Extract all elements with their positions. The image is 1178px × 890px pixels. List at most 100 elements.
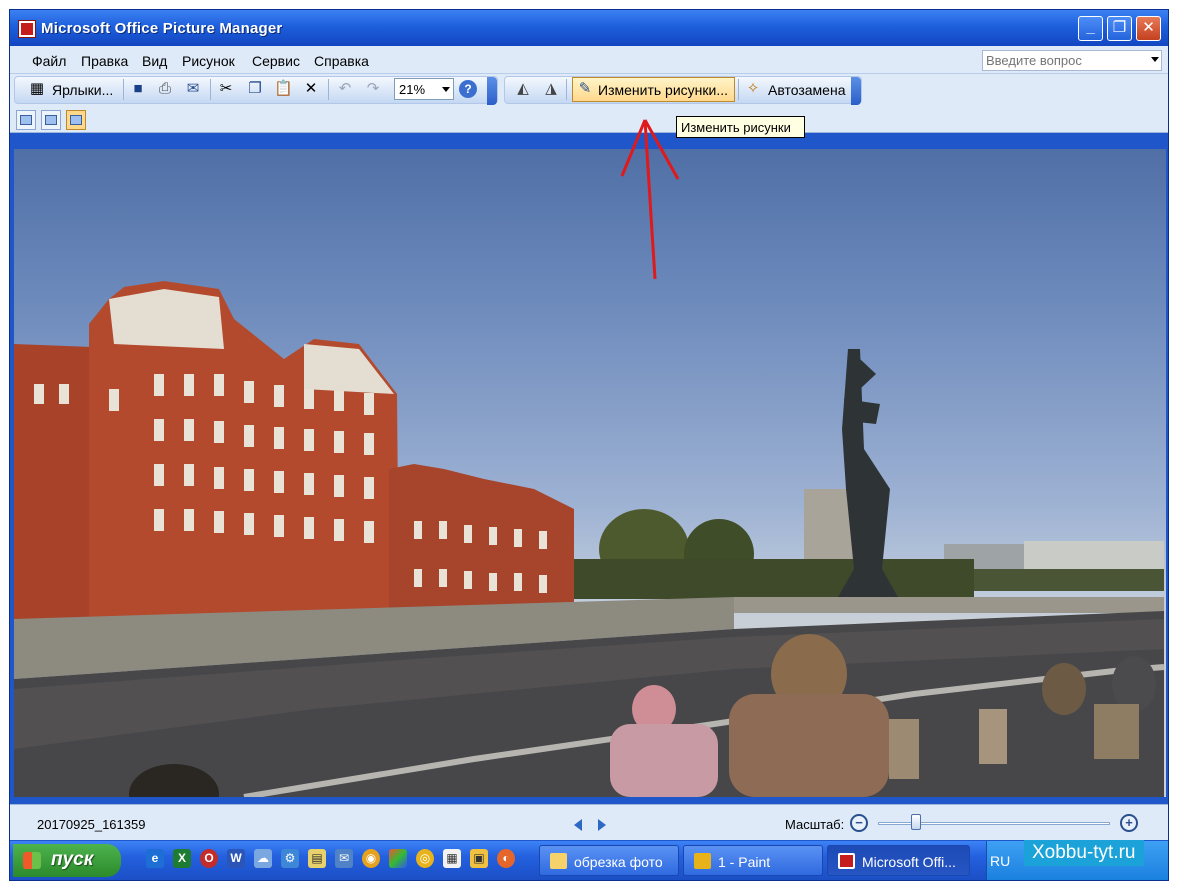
paint-app-icon[interactable] — [389, 849, 407, 868]
next-picture-icon[interactable] — [598, 819, 606, 831]
chevron-down-icon[interactable] — [442, 87, 450, 92]
toolbar-options-icon[interactable] — [487, 77, 497, 105]
person-pink-jacket — [610, 724, 718, 797]
picture-manager-icon — [18, 20, 36, 38]
person-seated — [1042, 663, 1086, 715]
calculator-icon[interactable]: ▦ — [443, 849, 461, 868]
previous-picture-icon[interactable] — [574, 819, 582, 831]
toolbar-options-icon[interactable] — [851, 77, 861, 105]
file-name: 20170925_161359 — [37, 817, 146, 832]
chrome-icon[interactable]: ◎ — [416, 849, 434, 868]
menu-tools[interactable]: Сервис — [252, 53, 300, 69]
paste-icon[interactable]: 📋 — [274, 80, 293, 98]
task-paint[interactable]: 1 - Paint — [683, 845, 823, 876]
single-picture-view-icon[interactable] — [66, 110, 86, 130]
excel-icon[interactable]: X — [173, 849, 191, 868]
folder-icon — [550, 853, 567, 869]
windows-logo-icon — [23, 852, 41, 869]
help-icon[interactable]: ? — [459, 80, 477, 98]
menu-file[interactable]: Файл — [32, 53, 66, 69]
window-title: Microsoft Office Picture Manager — [41, 20, 283, 37]
title-bar[interactable]: Microsoft Office Picture Manager _ ❐ ✕ — [10, 10, 1168, 46]
arrow-head-right — [643, 119, 680, 180]
cloud-icon[interactable]: ☁ — [254, 849, 272, 868]
task-label: обрезка фото — [574, 854, 663, 870]
arrow-shaft — [643, 119, 657, 280]
help-search-input[interactable] — [986, 53, 1136, 68]
arrow-head-left — [620, 119, 647, 177]
zoom-in-icon[interactable]: + — [1120, 814, 1138, 832]
cut-icon[interactable]: ✂ — [217, 80, 235, 98]
word-icon[interactable]: W — [227, 849, 245, 868]
tree-line — [974, 569, 1164, 591]
minimize-button[interactable]: _ — [1078, 16, 1103, 41]
settings-icon[interactable]: ⚙ — [281, 849, 299, 868]
zoom-slider-thumb[interactable] — [911, 814, 922, 830]
shortcuts-icon[interactable]: ▦ — [28, 80, 46, 98]
autocorrect-icon[interactable]: ✧ — [744, 80, 762, 98]
start-button[interactable]: пуск — [13, 844, 121, 877]
help-search-box[interactable] — [982, 50, 1162, 71]
internet-explorer-icon[interactable]: e — [146, 849, 164, 868]
rotate-right-icon[interactable]: ◮ — [542, 80, 560, 98]
language-indicator[interactable]: RU — [990, 853, 1010, 869]
zoom-combobox[interactable]: 21% — [394, 78, 454, 100]
zoom-label: Масштаб: — [785, 817, 845, 832]
filmstrip-view-icon[interactable] — [41, 110, 61, 130]
autocorrect-button[interactable]: Автозамена — [768, 82, 846, 98]
start-label: пуск — [51, 849, 94, 870]
person-seated — [1112, 656, 1156, 712]
red-arrow-icon — [620, 119, 680, 280]
chevron-down-icon[interactable] — [1151, 57, 1159, 62]
status-bar: 20170925_161359 Масштаб: − + — [10, 804, 1168, 840]
menu-help[interactable]: Справка — [314, 53, 369, 69]
toolbar-separator — [566, 79, 567, 100]
undo-icon[interactable]: ↶ — [336, 80, 354, 98]
shortcuts-button[interactable]: Ярлыки... — [52, 82, 113, 98]
toolbar-separator — [210, 79, 211, 100]
embankment-far — [734, 597, 1164, 613]
chair — [1094, 704, 1139, 759]
task-picture-manager[interactable]: Microsoft Offi... — [827, 845, 970, 876]
toolbar-separator — [328, 79, 329, 100]
delete-icon[interactable]: ✕ — [302, 80, 320, 98]
print-icon[interactable]: ⎙ — [156, 80, 174, 98]
task-label: 1 - Paint — [718, 854, 771, 870]
standard-toolbar: ▦ Ярлыки... ■ ⎙ ✉ ✂ ❐ 📋 ✕ ↶ ↷ 21% ? ◭ ◮ … — [10, 74, 1168, 107]
picture-manager-icon — [838, 853, 855, 869]
maximize-button[interactable]: ❐ — [1107, 16, 1132, 41]
opera-icon[interactable]: O — [200, 849, 218, 868]
menu-picture[interactable]: Рисунок — [182, 53, 235, 69]
menu-view[interactable]: Вид — [142, 53, 167, 69]
rotate-left-icon[interactable]: ◭ — [514, 80, 532, 98]
edit-pictures-button[interactable]: ✎ Изменить рисунки... — [572, 77, 735, 102]
app-window: Microsoft Office Picture Manager _ ❐ ✕ Ф… — [9, 9, 1169, 881]
firefox-icon[interactable]: ◐ — [497, 849, 515, 868]
watermark: Xobbu-tyt.ru — [1024, 840, 1144, 866]
redo-icon[interactable]: ↷ — [364, 80, 382, 98]
notes-icon[interactable]: ▤ — [308, 849, 326, 868]
paint-icon — [694, 853, 711, 869]
zoom-value: 21% — [399, 82, 426, 97]
save-icon[interactable]: ■ — [129, 80, 147, 98]
outlook-icon[interactable]: ✉ — [335, 849, 353, 868]
statue-sail — [844, 399, 880, 424]
edit-pictures-icon: ✎ — [578, 80, 592, 97]
tree-line — [574, 559, 974, 599]
email-icon[interactable]: ✉ — [184, 80, 202, 98]
toolbar-separator — [738, 79, 739, 100]
zoom-out-icon[interactable]: − — [850, 814, 868, 832]
picture-icon[interactable]: ▣ — [470, 849, 488, 868]
chair — [889, 719, 919, 779]
close-button[interactable]: ✕ — [1136, 16, 1161, 41]
statue-sail — [860, 359, 876, 389]
thumbnail-view-icon[interactable] — [16, 110, 36, 130]
person-plaid-scarf — [729, 694, 889, 797]
media-icon[interactable]: ◉ — [362, 849, 380, 868]
chair — [979, 709, 1007, 764]
view-toolbar — [10, 107, 1168, 133]
task-folder[interactable]: обрезка фото — [539, 845, 679, 876]
menu-edit[interactable]: Правка — [81, 53, 128, 69]
picture-preview[interactable] — [14, 149, 1166, 797]
copy-icon[interactable]: ❐ — [246, 80, 264, 98]
